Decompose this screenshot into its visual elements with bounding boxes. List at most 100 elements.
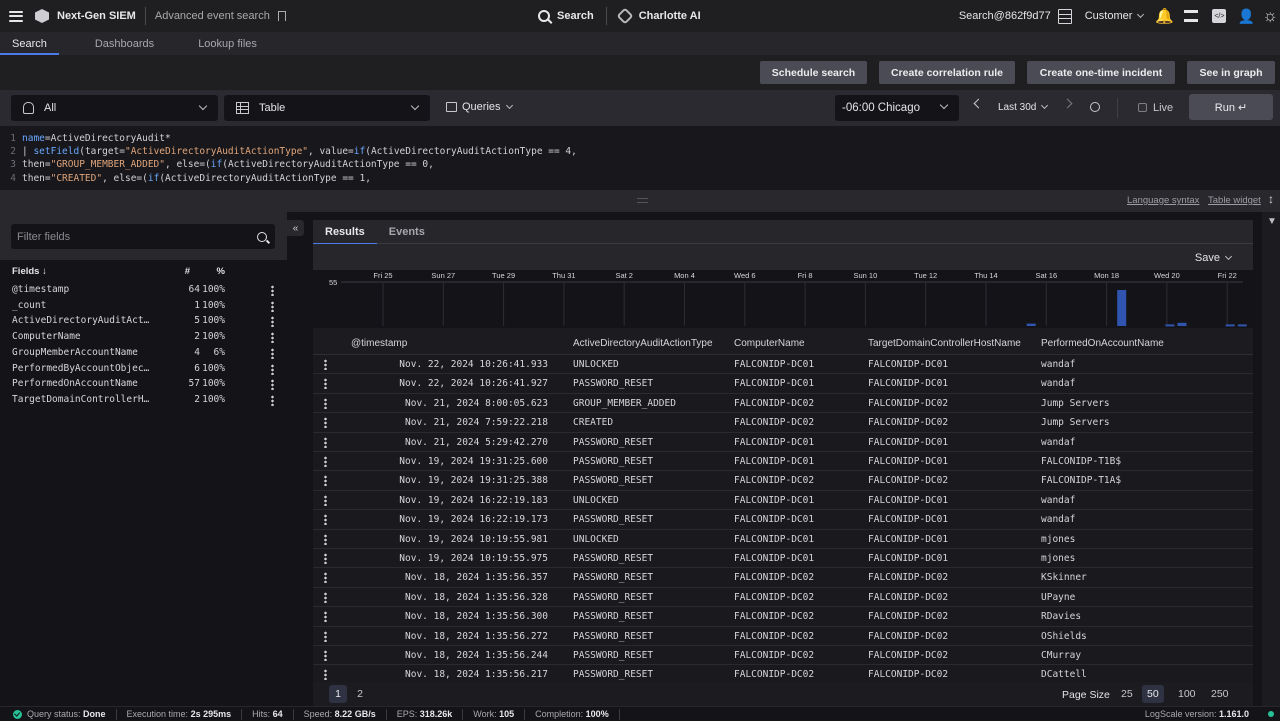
queries-dropdown[interactable]: Queries [446,101,513,113]
table-row[interactable]: Nov. 21, 2024 7:59:22.218 CREATED FALCONID… [313,413,1253,433]
time-range-dropdown[interactable]: Last 30d [998,101,1049,113]
table-row[interactable]: Nov. 18, 2024 1:35:56.300 PASSWORD_RESET F… [313,607,1253,627]
timezone-select[interactable]: -06:00 Chicago [835,95,959,121]
page-size-option[interactable]: 100 [1173,685,1201,703]
table-row[interactable]: Nov. 19, 2024 16:22:19.173 PASSWORD_RESET… [313,510,1253,530]
field-row[interactable]: GroupMemberAccountName 4 6% [12,347,282,363]
field-menu-icon[interactable] [271,285,274,296]
histogram-bar[interactable] [1225,324,1235,327]
table-row[interactable]: Nov. 21, 2024 8:00:05.623 GROUP_MEMBER_AD… [313,393,1253,414]
row-menu-icon[interactable] [324,456,327,467]
row-menu-icon[interactable] [324,417,327,429]
row-menu-icon[interactable] [324,611,327,623]
zoom-out-icon[interactable] [1090,102,1100,112]
row-menu-icon[interactable] [324,475,327,487]
page-size-option[interactable]: 25 [1116,685,1138,703]
field-row[interactable]: ComputerName 2 100% [12,331,282,347]
global-search-button[interactable]: Search [538,10,594,22]
histogram-bar[interactable] [1117,290,1127,326]
query-editor[interactable]: 1 name =ActiveDirectoryAudit* 2 | setField (t… [0,126,1280,190]
column-header[interactable]: TargetDomainControllerHostName [868,338,1021,349]
tab-events[interactable]: Events [377,220,437,244]
column-header[interactable]: @timestamp [351,338,407,349]
field-row[interactable]: @timestamp 64 100% [12,284,282,300]
create-one-time-incident-button[interactable]: Create one-time incident [1027,61,1175,84]
fields-column-header[interactable]: Fields ↓ [12,266,47,277]
field-menu-icon[interactable] [271,316,274,328]
previous-range-button[interactable] [973,98,984,109]
column-header[interactable]: ComputerName [734,338,805,349]
row-menu-icon[interactable] [324,630,327,642]
table-row[interactable]: Nov. 18, 2024 1:35:56.357 PASSWORD_RESET F… [313,568,1253,588]
live-checkbox[interactable] [1138,103,1147,112]
editor-line[interactable]: 4 then= "CREATED", else=(if (ActiveDirector… [0,172,1280,185]
run-button[interactable]: Run ↵ [1189,94,1273,120]
search-icon[interactable] [257,232,267,242]
editor-line[interactable]: 3 then= "GROUP_MEMBER_ADDED", else=(if (Act… [0,158,1280,171]
row-menu-icon[interactable] [324,436,327,448]
filter-icon[interactable]: ▼ [1267,216,1277,227]
row-menu-icon[interactable] [324,591,327,603]
charlotte-ai-button[interactable]: Charlotte AI [616,7,701,25]
field-row[interactable]: ActiveDirectoryAuditAct… 5 100% [12,315,282,331]
hamburger-menu-icon[interactable] [9,10,23,22]
editor-line[interactable]: 1 name =ActiveDirectoryAudit* [0,132,1280,145]
field-row[interactable]: PerformedByAccountObjec… 6 100% [12,363,282,379]
user-icon[interactable]: 👤 [1238,8,1255,25]
field-menu-icon[interactable] [271,300,274,312]
row-menu-icon[interactable] [324,533,327,545]
repository-icon[interactable] [1057,8,1072,24]
save-dropdown[interactable]: Save [1195,252,1233,264]
repository-select[interactable]: All [11,95,218,121]
table-row[interactable]: Nov. 18, 2024 1:35:56.244 PASSWORD_RESET F… [313,646,1253,666]
repository-label[interactable]: Search@862f9d77 [959,10,1051,22]
field-menu-icon[interactable] [271,347,274,359]
table-row[interactable]: Nov. 22, 2024 10:26:41.927 PASSWORD_RESET… [313,374,1253,394]
customer-dropdown[interactable]: Customer [1085,10,1133,22]
table-row[interactable]: Nov. 19, 2024 16:22:19.183 UNLOCKED FALCON… [313,490,1253,511]
row-menu-icon[interactable] [324,650,327,661]
resize-grip-icon[interactable] [637,198,648,203]
histogram-bar[interactable] [1026,323,1036,326]
table-row[interactable]: Nov. 18, 2024 1:35:56.272 PASSWORD_RESET F… [313,626,1253,646]
column-header[interactable]: PerformedOnAccountName [1041,338,1164,349]
percent-column-header[interactable]: % [217,266,225,277]
page-button[interactable]: 2 [351,685,369,703]
create-correlation-rule-button[interactable]: Create correlation rule [879,61,1015,84]
tab-lookup-files[interactable]: Lookup files [186,32,269,55]
table-row[interactable]: Nov. 19, 2024 10:19:55.975 PASSWORD_RESET… [313,549,1253,569]
expand-vertical-icon[interactable]: ↕ [1268,192,1274,206]
field-menu-icon[interactable] [271,379,274,391]
filter-fields-input[interactable] [11,224,275,249]
page-size-option[interactable]: 50 [1142,685,1164,703]
table-row[interactable]: Nov. 19, 2024 10:19:55.981 UNLOCKED FALCON… [313,529,1253,549]
bell-icon[interactable]: 🔔 [1155,7,1174,25]
row-menu-icon[interactable] [324,494,327,506]
tab-search[interactable]: Search [0,32,59,55]
field-row[interactable]: TargetDomainControllerH… 2 100% [12,394,282,410]
field-menu-icon[interactable] [271,332,274,344]
row-menu-icon[interactable] [324,359,327,370]
table-row[interactable]: Nov. 18, 2024 1:35:56.328 PASSWORD_RESET F… [313,587,1253,608]
field-row[interactable]: PerformedOnAccountName 57 100% [12,378,282,394]
schedule-search-button[interactable]: Schedule search [760,61,867,84]
editor-resize-bar[interactable]: Language syntax Table widget ↕ [0,190,1280,212]
row-menu-icon[interactable] [324,514,327,526]
histogram-bar[interactable] [1177,322,1187,326]
widget-select[interactable]: Table [224,95,430,121]
table-row[interactable]: Nov. 19, 2024 19:31:25.388 PASSWORD_RESET… [313,471,1253,491]
row-menu-icon[interactable] [324,669,327,681]
row-menu-icon[interactable] [324,553,327,564]
row-menu-icon[interactable] [324,397,327,409]
row-menu-icon[interactable] [324,572,327,584]
table-widget-link[interactable]: Table widget [1208,195,1261,206]
table-row[interactable]: Nov. 19, 2024 19:31:25.600 PASSWORD_RESET… [313,452,1253,472]
field-row[interactable]: _count 1 100% [12,300,282,316]
field-menu-icon[interactable] [271,363,274,375]
tab-results[interactable]: Results [313,220,377,245]
theme-toggle-icon[interactable]: ☼ [1262,6,1278,26]
next-range-button[interactable] [1062,98,1073,109]
page-size-option[interactable]: 250 [1206,685,1234,703]
stack-icon[interactable] [1184,10,1199,22]
editor-line[interactable]: 2 | setField (target= "ActiveDirectoryAudit… [0,145,1280,158]
